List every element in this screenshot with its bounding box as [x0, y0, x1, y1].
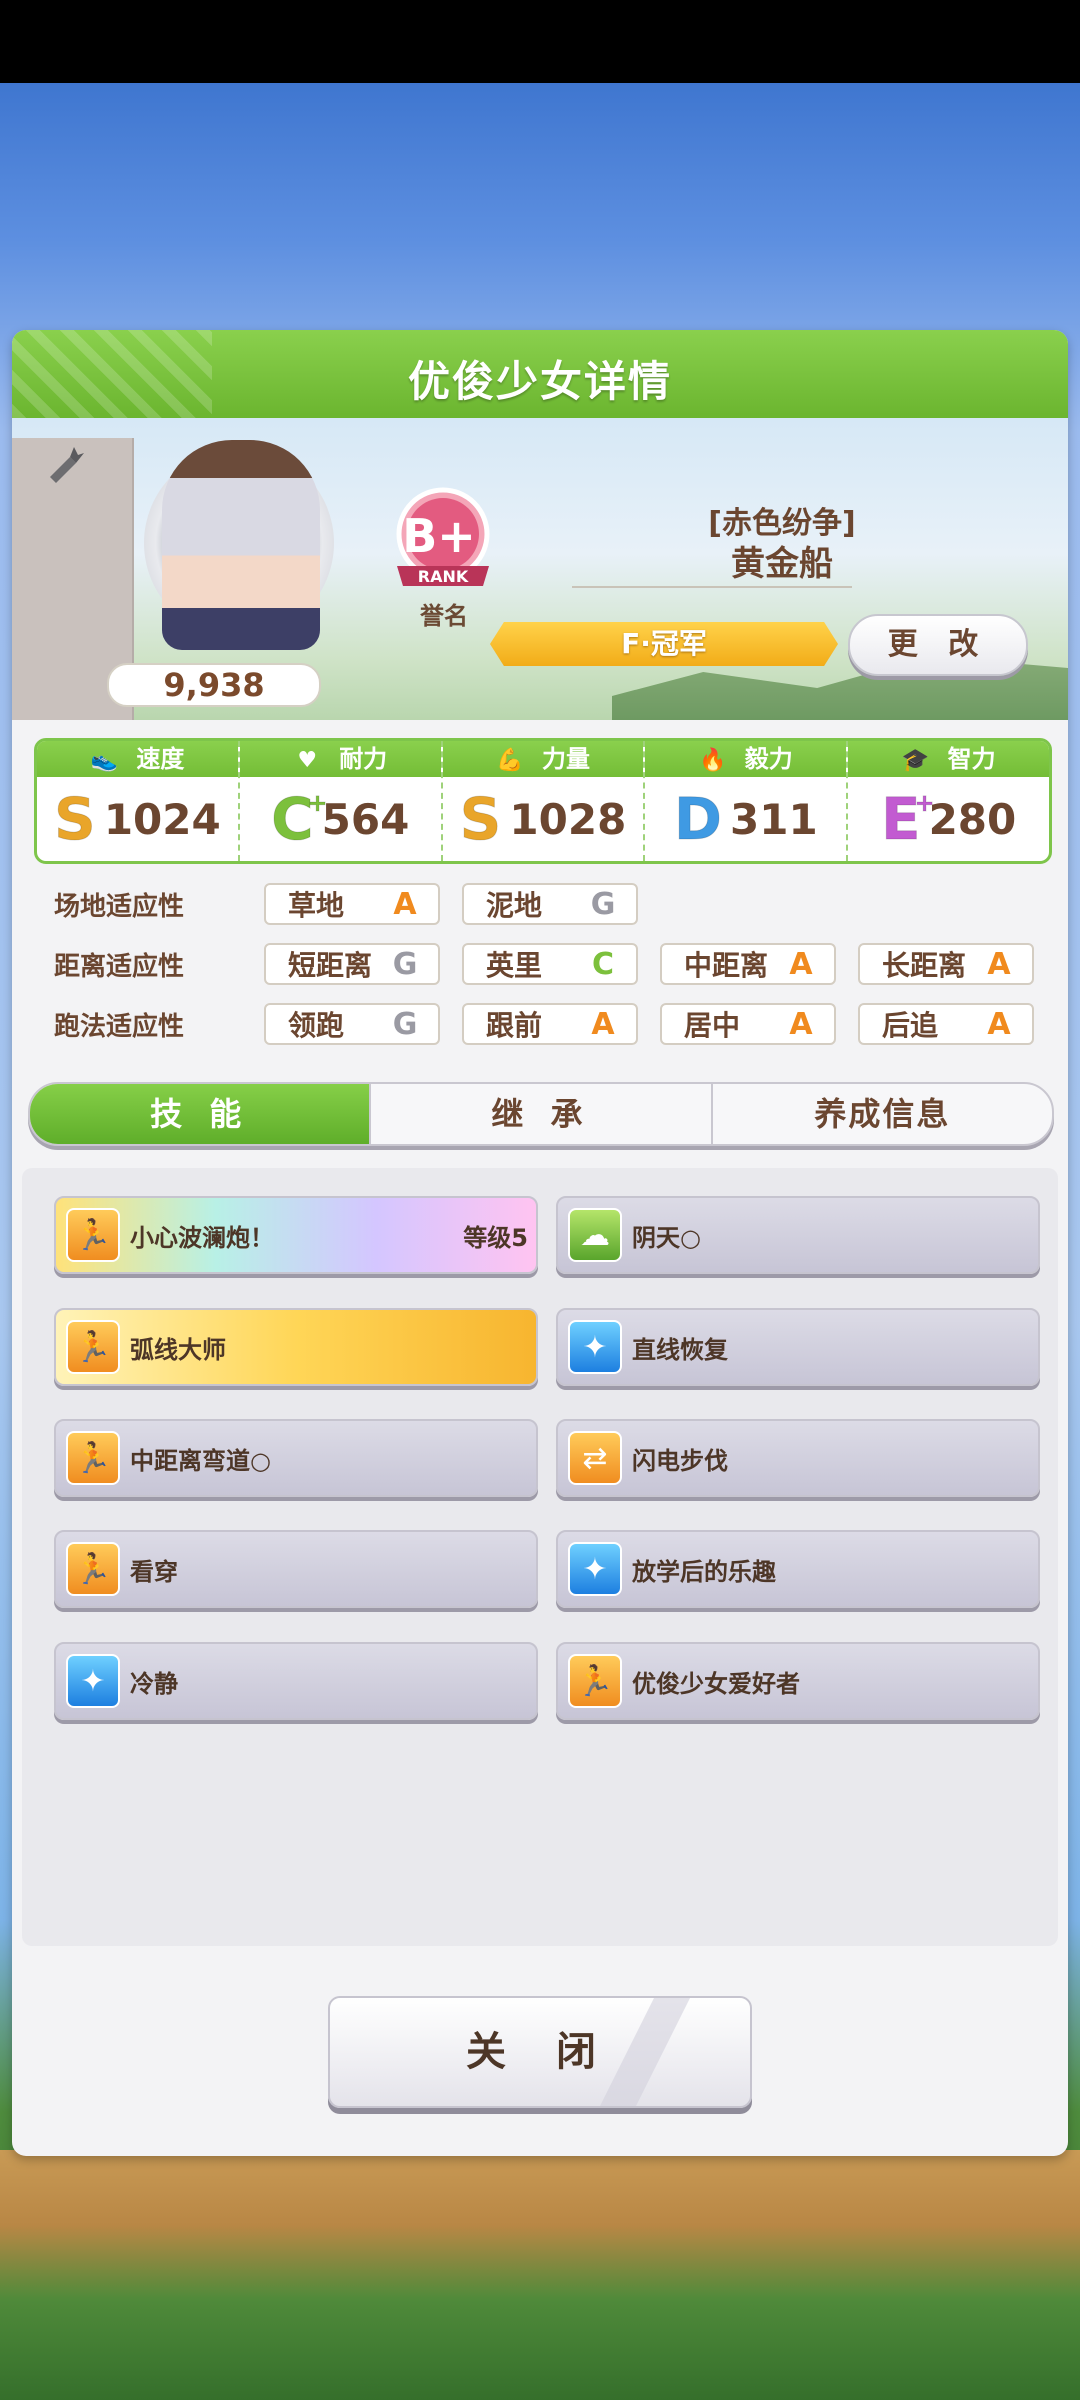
stat-value: 564 [321, 794, 410, 844]
stat-grade: S [459, 785, 502, 854]
runner-icon: 🏃 [66, 1542, 120, 1596]
rank-badge-icon: B+ RANK [396, 487, 490, 586]
stat-power: 💪 力量 S 1028 [442, 741, 646, 861]
stat-grade: C + [271, 785, 329, 854]
skill-item[interactable]: 🏃 小心波澜炮！ 等级5 [54, 1196, 538, 1274]
heart-icon: ♥ [297, 748, 318, 773]
detail-panel: 优俊少女详情 9,938 B+ RANK 誉名 [赤色纷争] 黄金船 F·冠军 … [12, 330, 1068, 2156]
skill-name: 直线恢复 [632, 1335, 728, 1364]
skill-item[interactable]: 🏃 优俊少女爱好者 [556, 1642, 1040, 1720]
stat-value: 311 [730, 794, 818, 844]
skill-name: 冷静 [130, 1669, 178, 1698]
background-scenery [0, 2150, 1080, 2400]
stat-label: 智力 [947, 745, 996, 773]
divider [572, 586, 852, 588]
arm-icon: 💪 [496, 748, 524, 773]
graduation-cap-icon: 🎓 [901, 748, 930, 773]
stat-label: 速度 [136, 745, 185, 773]
rank-word: RANK [418, 567, 469, 586]
aptitude-label: 场地适应性 [54, 891, 185, 922]
arrows-icon: ⇄ [568, 1431, 622, 1485]
skill-item[interactable]: 🏃 中距离弯道○ [54, 1419, 538, 1497]
shoe-icon: 👟 [90, 748, 119, 773]
skill-item[interactable]: ☁ 阴天○ [556, 1196, 1040, 1274]
close-button-label: 关 闭 [466, 2029, 614, 2075]
stat-grade: E + [880, 785, 935, 854]
runner-icon: 🏃 [66, 1431, 120, 1485]
stat-grade: D [673, 785, 723, 854]
cloud-icon: ☁ [568, 1208, 622, 1262]
aptitude-label: 跑法适应性 [54, 1011, 185, 1042]
aptitude-item: 长距离 A [858, 943, 1034, 985]
flame-icon: 🔥 [699, 748, 727, 773]
carrot-icon [50, 447, 84, 483]
tab-bar: 技 能 继 承 养成信息 [28, 1082, 1054, 1146]
skill-item[interactable]: ⇄ 闪电步伐 [556, 1419, 1040, 1497]
runner-icon: 🏃 [66, 1208, 120, 1262]
skill-level: 等级5 [463, 1223, 528, 1252]
aptitude-item: 居中 A [660, 1003, 836, 1045]
rank-letter: B+ [402, 509, 476, 563]
rank-caption: 誉名 [420, 602, 468, 630]
runner-icon: 🏃 [568, 1654, 622, 1708]
stat-value: 280 [928, 794, 1017, 844]
aptitude-row-track: 场地适应性 草地 A 泥地 G [34, 880, 660, 928]
skill-item[interactable]: 🏃 看穿 [54, 1530, 538, 1608]
aptitude-row-distance: 距离适应性 短距离 G 英里 C 中距离 A 长距离 A [34, 940, 1056, 988]
fan-count: 9,938 [107, 663, 321, 707]
stat-value: 1024 [103, 794, 221, 844]
skill-name: 弧线大师 [130, 1335, 226, 1364]
stat-grade: S [54, 785, 97, 854]
stat-label: 力量 [541, 745, 590, 773]
profile-hero: 9,938 B+ RANK 誉名 [赤色纷争] 黄金船 F·冠军 更 改 [12, 418, 1068, 720]
stat-label: 毅力 [744, 745, 793, 773]
skill-name: 放学后的乐趣 [632, 1557, 776, 1586]
skill-item[interactable]: ✦ 直线恢复 [556, 1308, 1040, 1386]
aptitude-item: 英里 C [462, 943, 638, 985]
status-bar [0, 0, 1080, 83]
aptitude-row-style: 跑法适应性 领跑 G 跟前 A 居中 A 后追 A [34, 1000, 1056, 1048]
skills-list: 🏃 小心波澜炮！ 等级5 ☁ 阴天○ 🏃 弧线大师 ✦ 直线恢复 🏃 中距离弯道… [22, 1168, 1058, 1946]
skill-name: 小心波澜炮！ [130, 1223, 274, 1252]
skill-name: 中距离弯道○ [130, 1446, 271, 1475]
skill-name: 阴天○ [632, 1223, 701, 1252]
skill-item[interactable]: ✦ 冷静 [54, 1642, 538, 1720]
tab-inheritance[interactable]: 继 承 [371, 1084, 713, 1144]
skill-name: 闪电步伐 [632, 1446, 728, 1475]
tab-training-info[interactable]: 养成信息 [713, 1084, 1052, 1144]
tab-skills[interactable]: 技 能 [30, 1084, 372, 1144]
aptitude-item: 草地 A [264, 883, 440, 925]
close-button[interactable]: 关 闭 [328, 1996, 752, 2108]
skill-item[interactable]: 🏃 弧线大师 [54, 1308, 538, 1386]
skill-item[interactable]: ✦ 放学后的乐趣 [556, 1530, 1040, 1608]
stat-wisdom: 🎓 智力 E +280 [848, 741, 1049, 861]
aptitude-item: 短距离 G [264, 943, 440, 985]
skill-name: 优俊少女爱好者 [632, 1669, 800, 1698]
stat-guts: 🔥 毅力 D 311 [645, 741, 849, 861]
page-title: 优俊少女详情 [407, 357, 672, 406]
panel-header: 优俊少女详情 [12, 330, 1068, 418]
aptitude-item: 泥地 G [462, 883, 638, 925]
aptitude-item: 后追 A [858, 1003, 1034, 1045]
character-name: 黄金船 [731, 544, 833, 584]
aptitude-label: 距离适应性 [54, 951, 185, 982]
stat-label: 耐力 [339, 745, 388, 773]
aptitude-item: 领跑 G [264, 1003, 440, 1045]
runner-icon: 🏃 [66, 1320, 120, 1374]
sparkle-icon: ✦ [568, 1542, 622, 1596]
stat-value: 1028 [509, 794, 627, 844]
skill-name: 看穿 [130, 1557, 178, 1586]
aptitude-item: 跟前 A [462, 1003, 638, 1045]
stat-speed: 👟 速度 S 1024 [37, 741, 240, 861]
stats-bar: 👟 速度 S 1024 ♥ 耐力 C +564 💪 力量 S 1028 🔥 毅力 D 311 🎓… [34, 738, 1052, 864]
sparkle-icon: ✦ [568, 1320, 622, 1374]
change-title-button[interactable]: 更 改 [848, 614, 1028, 676]
character-portrait[interactable] [162, 440, 320, 650]
title-ribbon: F·冠军 [490, 622, 838, 666]
sparkle-icon: ✦ [66, 1654, 120, 1708]
stat-stamina: ♥ 耐力 C +564 [239, 741, 443, 861]
aptitude-item: 中距离 A [660, 943, 836, 985]
